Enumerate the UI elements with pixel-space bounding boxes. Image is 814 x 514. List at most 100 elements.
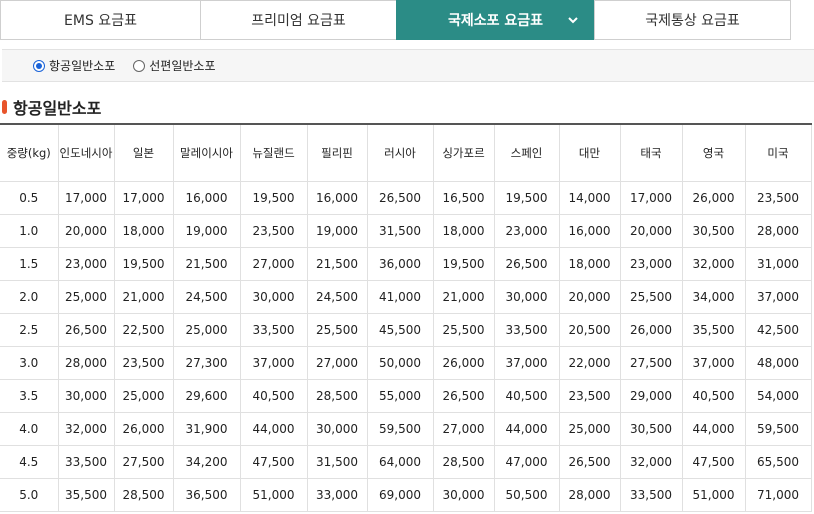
rate-cell: 23,000 bbox=[619, 247, 683, 281]
rate-cell: 16,500 bbox=[432, 181, 495, 215]
rate-cell: 25,500 bbox=[306, 313, 368, 347]
rate-cell: 14,000 bbox=[558, 181, 621, 215]
rate-cell: 19,000 bbox=[172, 214, 241, 248]
rate-cell: 33,500 bbox=[239, 313, 308, 347]
weight-cell: 5.0 bbox=[0, 478, 59, 512]
rate-cell: 30,000 bbox=[239, 280, 308, 314]
rate-cell: 47,000 bbox=[493, 445, 560, 479]
column-header-weight: 중량(kg) bbox=[0, 123, 59, 182]
rate-cell: 32,000 bbox=[681, 247, 746, 281]
rate-cell: 22,500 bbox=[113, 313, 174, 347]
rate-cell: 22,000 bbox=[558, 346, 621, 380]
rate-cell: 30,000 bbox=[306, 412, 368, 446]
header-row: 중량(kg) 인도네시아 일본 말레이시아 뉴질랜드 필리핀 러시아 싱가포르 스페인 대만 태국 영… bbox=[0, 123, 812, 182]
column-header-country: 인도네시아 bbox=[57, 123, 115, 182]
rate-cell: 20,000 bbox=[619, 214, 683, 248]
shipping-type-options: 항공일반소포 선편일반소포 bbox=[2, 49, 814, 82]
rate-cell: 64,000 bbox=[366, 445, 434, 479]
rate-cell: 36,000 bbox=[366, 247, 434, 281]
rate-cell: 59,500 bbox=[366, 412, 434, 446]
rate-cell: 29,600 bbox=[172, 379, 241, 413]
radio-air-parcel[interactable]: 항공일반소포 bbox=[33, 57, 115, 74]
rate-cell: 25,000 bbox=[558, 412, 621, 446]
rate-cell: 18,000 bbox=[113, 214, 174, 248]
rate-cell: 35,500 bbox=[681, 313, 746, 347]
rate-cell: 55,000 bbox=[366, 379, 434, 413]
rate-cell: 71,000 bbox=[744, 478, 812, 512]
weight-cell: 3.5 bbox=[0, 379, 59, 413]
rate-cell: 23,500 bbox=[113, 346, 174, 380]
rate-cell: 26,500 bbox=[493, 247, 560, 281]
rate-cell: 27,500 bbox=[619, 346, 683, 380]
rate-cell: 31,500 bbox=[366, 214, 434, 248]
rate-cell: 21,000 bbox=[113, 280, 174, 314]
rate-cell: 18,000 bbox=[558, 247, 621, 281]
rate-cell: 33,500 bbox=[57, 445, 115, 479]
column-header-country: 태국 bbox=[619, 123, 683, 182]
column-header-country: 미국 bbox=[744, 123, 812, 182]
rate-cell: 19,500 bbox=[493, 181, 560, 215]
tab-label: EMS 요금표 bbox=[64, 13, 137, 29]
rate-cell: 50,500 bbox=[493, 478, 560, 512]
table-row: 5.0 35,500 28,500 36,500 51,000 33,000 69,000 3… bbox=[0, 478, 812, 512]
rate-cell: 40,500 bbox=[681, 379, 746, 413]
rate-cell: 45,500 bbox=[366, 313, 434, 347]
rate-cell: 23,000 bbox=[57, 247, 115, 281]
weight-cell: 4.5 bbox=[0, 445, 59, 479]
rate-cell: 35,500 bbox=[57, 478, 115, 512]
rate-cell: 47,500 bbox=[681, 445, 746, 479]
rate-cell: 44,000 bbox=[681, 412, 746, 446]
rate-cell: 25,000 bbox=[172, 313, 241, 347]
rate-cell: 23,500 bbox=[558, 379, 621, 413]
rate-table: 중량(kg) 인도네시아 일본 말레이시아 뉴질랜드 필리핀 러시아 싱가포르 스페인 대만 태국 영… bbox=[0, 123, 812, 512]
rate-cell: 21,000 bbox=[432, 280, 495, 314]
rate-cell: 25,000 bbox=[57, 280, 115, 314]
rate-cell: 48,000 bbox=[744, 346, 812, 380]
rate-cell: 21,500 bbox=[306, 247, 368, 281]
rate-cell: 54,000 bbox=[744, 379, 812, 413]
rate-cell: 24,500 bbox=[172, 280, 241, 314]
rate-cell: 26,500 bbox=[558, 445, 621, 479]
rate-cell: 50,000 bbox=[366, 346, 434, 380]
rate-cell: 16,000 bbox=[172, 181, 241, 215]
tab-international-parcel[interactable]: 국제소포 요금표 bbox=[396, 0, 594, 40]
rate-cell: 42,500 bbox=[744, 313, 812, 347]
radio-sea-parcel[interactable]: 선편일반소포 bbox=[133, 57, 216, 74]
rate-cell: 37,000 bbox=[681, 346, 746, 380]
section-heading: 항공일반소포 bbox=[0, 95, 101, 119]
radio-button[interactable] bbox=[33, 59, 45, 72]
rate-cell: 23,500 bbox=[239, 214, 308, 248]
rate-cell: 25,500 bbox=[432, 313, 495, 347]
table-row: 2.0 25,000 21,000 24,500 30,000 24,500 41,000 2… bbox=[0, 280, 812, 314]
rate-cell: 27,000 bbox=[239, 247, 308, 281]
rate-cell: 41,000 bbox=[366, 280, 434, 314]
tab-premium[interactable]: 프리미엄 요금표 bbox=[200, 0, 396, 40]
tab-label: 국제소포 요금표 bbox=[447, 13, 544, 29]
rate-cell: 20,000 bbox=[57, 214, 115, 248]
rate-cell: 33,000 bbox=[306, 478, 368, 512]
rate-cell: 51,000 bbox=[681, 478, 746, 512]
rate-cell: 31,000 bbox=[744, 247, 812, 281]
rate-cell: 40,500 bbox=[493, 379, 560, 413]
rate-cell: 26,000 bbox=[681, 181, 746, 215]
radio-button[interactable] bbox=[133, 59, 146, 72]
table-row: 3.5 30,000 25,000 29,600 40,500 28,500 55,000 2… bbox=[0, 379, 812, 413]
rate-cell: 65,500 bbox=[744, 445, 812, 479]
rate-cell: 37,000 bbox=[493, 346, 560, 380]
tab-ems[interactable]: EMS 요금표 bbox=[0, 0, 200, 40]
rate-cell: 33,500 bbox=[493, 313, 560, 347]
radio-label: 항공일반소포 bbox=[49, 59, 116, 73]
rate-cell: 19,500 bbox=[239, 181, 308, 215]
rate-cell: 59,500 bbox=[744, 412, 812, 446]
rate-cell: 19,500 bbox=[113, 247, 174, 281]
weight-cell: 1.0 bbox=[0, 214, 59, 248]
rate-cell: 28,000 bbox=[57, 346, 115, 380]
rate-cell: 29,000 bbox=[619, 379, 683, 413]
column-header-country: 필리핀 bbox=[306, 123, 368, 182]
tab-international-mail[interactable]: 국제통상 요금표 bbox=[594, 0, 791, 40]
chevron-down-icon bbox=[566, 13, 580, 27]
rate-cell: 27,000 bbox=[432, 412, 495, 446]
rate-cell: 17,000 bbox=[113, 181, 174, 215]
rate-cell: 31,900 bbox=[172, 412, 241, 446]
rate-cell: 69,000 bbox=[366, 478, 434, 512]
